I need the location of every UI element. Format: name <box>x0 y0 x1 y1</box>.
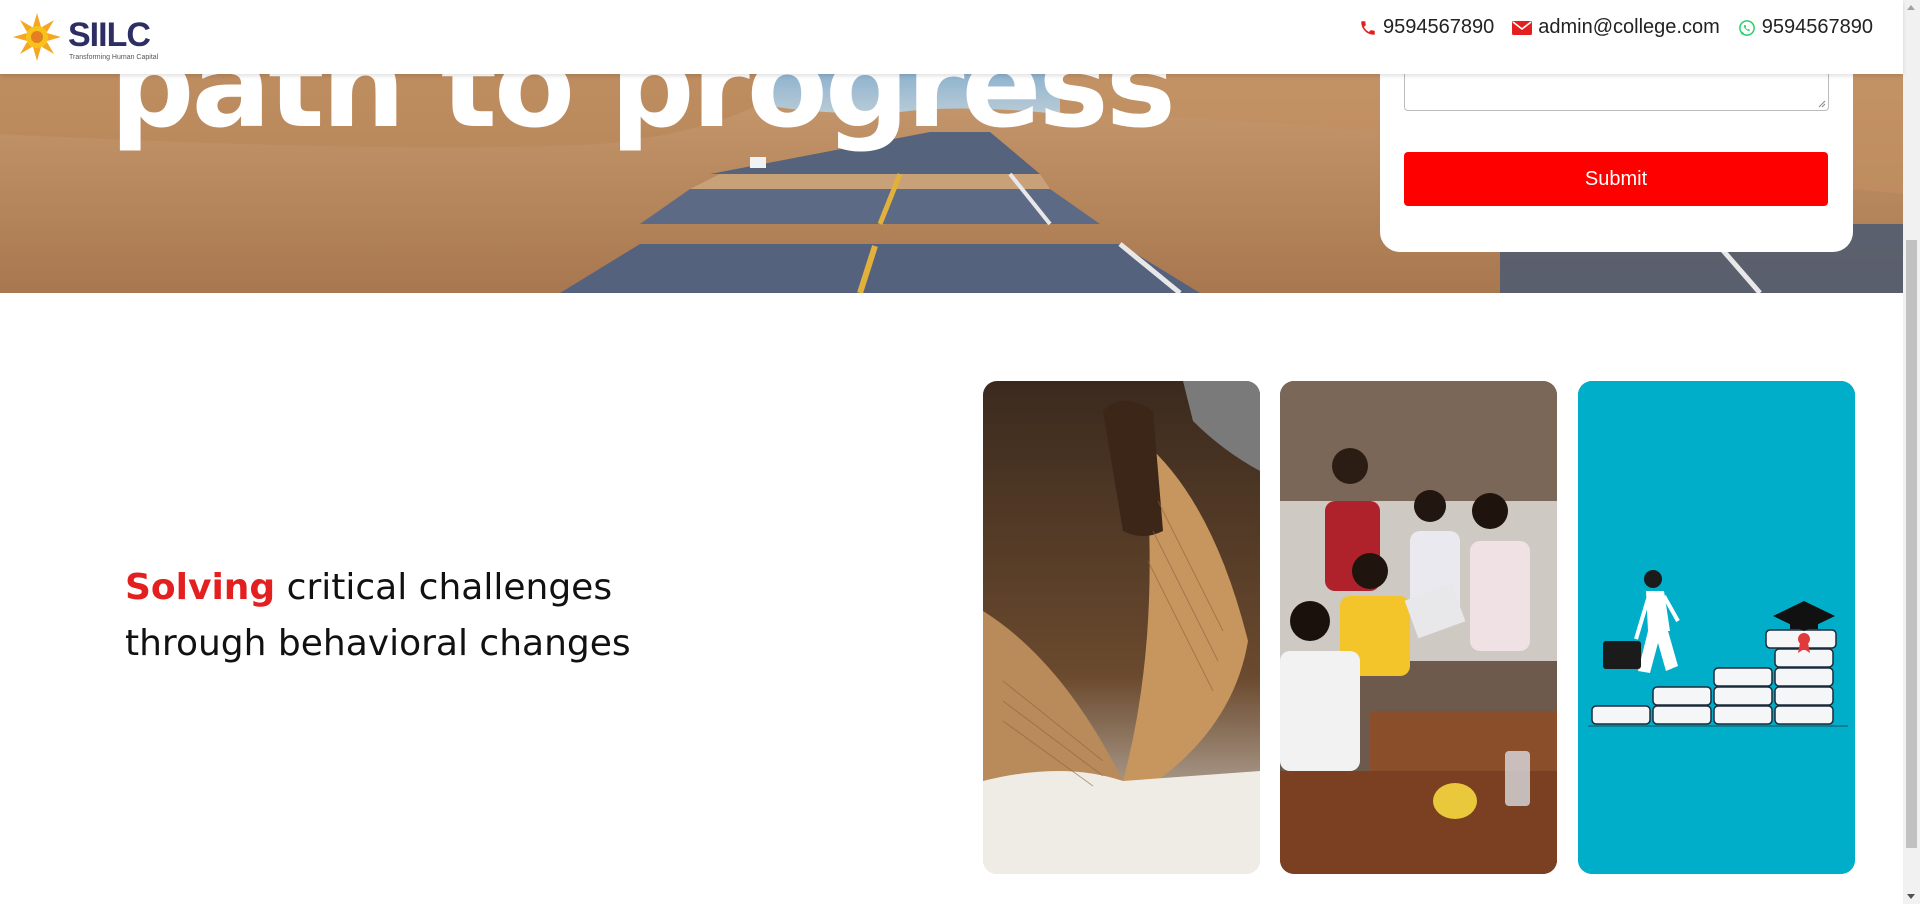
graduation-illustration <box>1578 381 1855 874</box>
scroll-down-arrow-icon[interactable] <box>1907 894 1915 899</box>
submit-button[interactable]: Submit <box>1404 152 1828 206</box>
logo-text: SIILC <box>68 16 151 54</box>
whatsapp-contact[interactable]: 9594567890 <box>1738 16 1873 39</box>
phone-contact[interactable]: 9594567890 <box>1359 16 1494 39</box>
scrollbar-thumb[interactable] <box>1906 240 1917 848</box>
students-classroom-image <box>1280 381 1557 874</box>
whatsapp-icon <box>1738 19 1755 36</box>
tagline-highlight: Solving <box>125 567 276 608</box>
contact-bar: 9594567890 admin@college.com 9594567890 <box>1359 16 1873 39</box>
tagline-line1: critical challenges <box>275 567 613 608</box>
phone-number: 9594567890 <box>1383 16 1495 38</box>
page-scrollbar[interactable] <box>1903 0 1920 904</box>
email-contact[interactable]: admin@college.com <box>1512 16 1720 39</box>
sun-logo-icon <box>13 13 61 61</box>
whatsapp-number: 9594567890 <box>1761 16 1873 38</box>
siilc-logo[interactable]: SIILC Transforming Human Capital <box>12 12 162 66</box>
open-book-image <box>983 381 1260 874</box>
logo-tagline: Transforming Human Capital <box>69 54 159 61</box>
scroll-up-arrow-icon[interactable] <box>1907 5 1915 10</box>
hero-title: path to progress <box>110 74 1176 154</box>
tagline-line2: through behavioral changes <box>125 623 631 664</box>
envelope-icon <box>1512 20 1533 35</box>
site-header: SIILC Transforming Human Capital 9594567… <box>0 0 1903 74</box>
students-photo <box>1280 381 1557 874</box>
email-address: admin@college.com <box>1538 16 1720 38</box>
resize-grip-icon[interactable] <box>1818 100 1826 108</box>
phone-icon <box>1361 20 1375 35</box>
book-photo <box>983 381 1260 874</box>
section-tagline: Solving critical challenges through beha… <box>125 560 631 672</box>
books-stairs-illustration <box>1578 381 1855 874</box>
